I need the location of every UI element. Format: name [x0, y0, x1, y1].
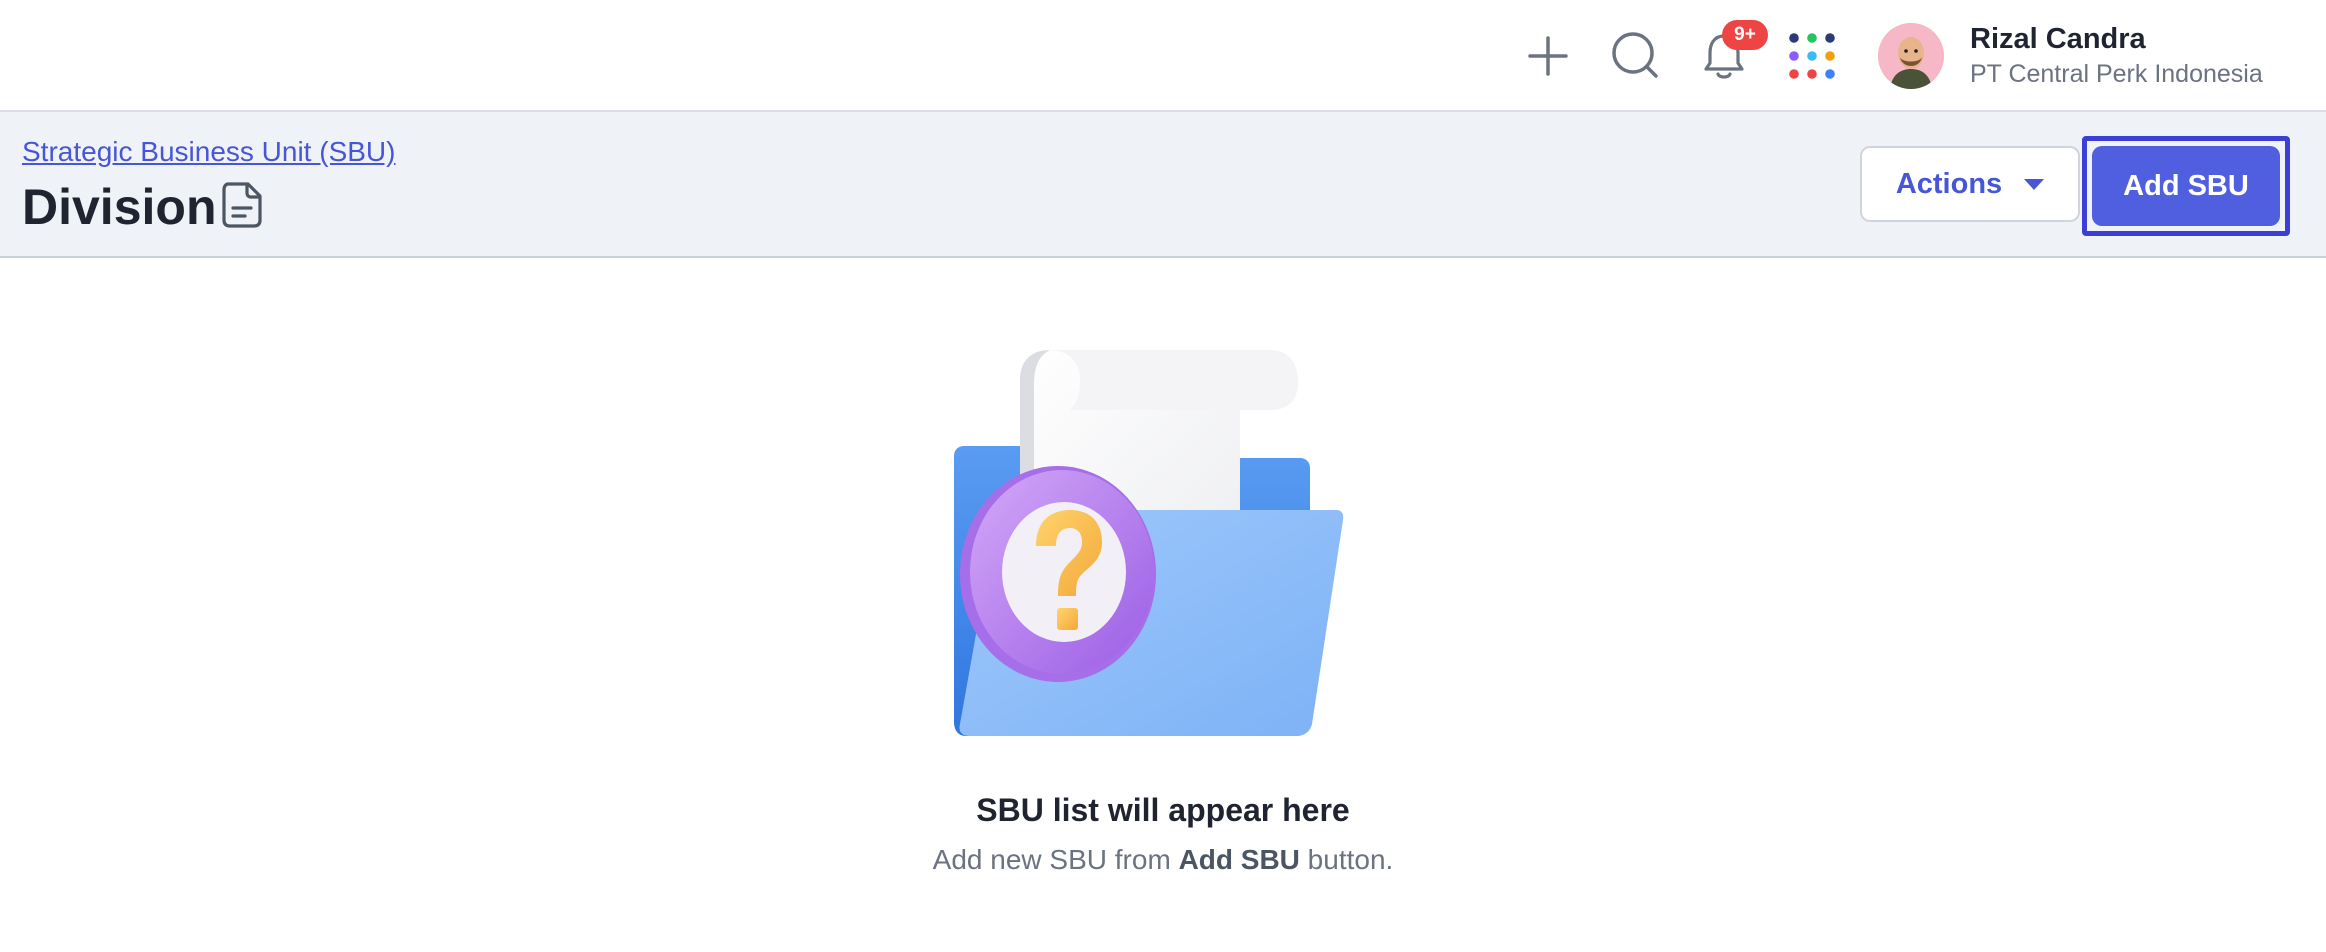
empty-state-subtitle-prefix: Add new SBU from [932, 844, 1171, 875]
empty-state-title: SBU list will appear here [976, 792, 1350, 828]
actions-dropdown-button[interactable]: Actions [1860, 146, 2080, 222]
empty-state-subtitle-bold: Add SBU [1178, 844, 1300, 875]
top-navigation-bar: 9+ Rizal Candra PT Central Perk Indonesi… [0, 0, 2326, 112]
page-header: Strategic Business Unit (SBU) Division A… [0, 112, 2326, 258]
apps-grid-dot [1825, 33, 1835, 43]
avatar [1878, 23, 1944, 89]
breadcrumb-link[interactable]: Strategic Business Unit (SBU) [22, 134, 395, 170]
empty-state-subtitle: Add new SBU from Add SBU button. [0, 840, 2326, 880]
search-icon[interactable] [1608, 28, 1664, 84]
apps-grid-dot [1825, 51, 1835, 61]
user-name: Rizal Candra [1970, 23, 2146, 55]
apps-grid-dot [1825, 69, 1835, 79]
apps-grid-dot [1789, 69, 1799, 79]
apps-grid-dot [1807, 51, 1817, 61]
caret-down-icon [2024, 178, 2045, 190]
add-sbu-button[interactable]: Add SBU [2092, 146, 2280, 226]
plus-icon[interactable] [1520, 28, 1576, 84]
apps-grid-dot [1789, 51, 1799, 61]
actions-button-label: Actions [1895, 167, 2003, 200]
page-title: Division [22, 179, 217, 235]
user-profile-menu[interactable]: Rizal Candra PT Central Perk Indonesia [1878, 18, 2263, 94]
apps-grid-dot [1789, 33, 1799, 43]
apps-grid-dot [1807, 69, 1817, 79]
document-icon[interactable] [220, 180, 266, 230]
apps-grid-dot [1807, 33, 1817, 43]
apps-grid-icon[interactable] [1784, 28, 1840, 84]
empty-state-subtitle-suffix: button. [1307, 844, 1394, 875]
empty-folder-illustration [940, 350, 1360, 740]
user-company: PT Central Perk Indonesia [1970, 60, 2263, 88]
notification-count-badge: 9+ [1722, 20, 1768, 50]
